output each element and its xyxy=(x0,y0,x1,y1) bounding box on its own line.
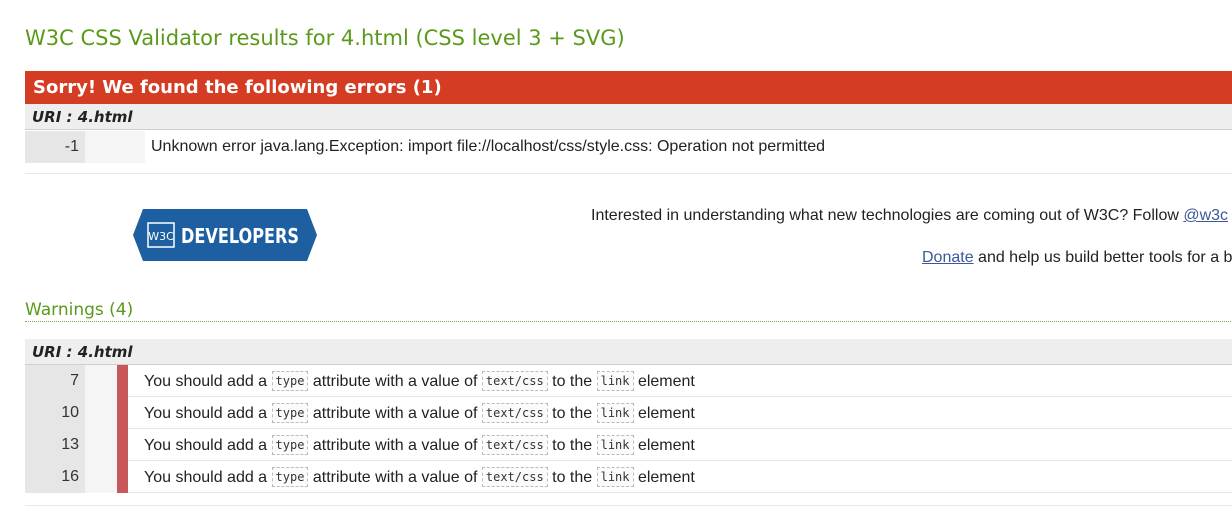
warning-row: 16 You should add a type attribute with … xyxy=(25,461,1232,493)
warning-level-stripe xyxy=(117,429,128,461)
warning-level-stripe xyxy=(117,461,128,493)
code-type: type xyxy=(271,371,309,391)
warning-line-number: 13 xyxy=(25,429,85,461)
warning-context-cell xyxy=(85,365,117,397)
code-text-css: text/css xyxy=(481,371,548,391)
errors-uri-header: URI : 4.html xyxy=(25,104,1232,130)
warning-message: You should add a type attribute with a v… xyxy=(144,467,695,487)
warning-level-stripe xyxy=(117,397,128,429)
follow-w3c-link[interactable]: @w3c xyxy=(1183,207,1228,224)
warning-message: You should add a type attribute with a v… xyxy=(144,371,695,391)
code-text-css: text/css xyxy=(481,467,548,487)
error-context-cell xyxy=(85,131,145,163)
code-link: link xyxy=(596,435,634,455)
w3c-developers-logo[interactable]: W3C DEVELOPERS xyxy=(133,209,317,261)
donate-link[interactable]: Donate xyxy=(922,249,974,266)
developers-logo-text: DEVELOPERS xyxy=(181,224,299,248)
warning-message: You should add a type attribute with a v… xyxy=(144,403,695,423)
section-divider xyxy=(25,173,1232,174)
warning-line-number: 7 xyxy=(25,365,85,397)
warnings-heading: Warnings (4) xyxy=(25,300,1232,322)
donate-copy: and help us build better tools for a b xyxy=(973,249,1232,266)
w3c-badge-text: W3C xyxy=(148,230,174,243)
warning-row: 13 You should add a type attribute with … xyxy=(25,429,1232,461)
warning-context-cell xyxy=(85,397,117,429)
code-link: link xyxy=(596,371,634,391)
donate-line: Donate and help us build better tools fo… xyxy=(922,248,1232,268)
interested-text: Interested in understanding what new tec… xyxy=(591,206,1228,226)
warnings-uri-header: URI : 4.html xyxy=(25,339,1232,365)
warning-context-cell xyxy=(85,429,117,461)
warning-row: 7 You should add a type attribute with a… xyxy=(25,365,1232,397)
warning-context-cell xyxy=(85,461,117,493)
interested-copy: Interested in understanding what new tec… xyxy=(591,207,1184,224)
code-text-css: text/css xyxy=(481,403,548,423)
errors-banner: Sorry! We found the following errors (1) xyxy=(25,71,1232,104)
warning-line-number: 16 xyxy=(25,461,85,493)
code-type: type xyxy=(271,403,309,423)
warning-line-number: 10 xyxy=(25,397,85,429)
code-type: type xyxy=(271,435,309,455)
error-row: -1 Unknown error java.lang.Exception: im… xyxy=(25,131,1232,163)
code-link: link xyxy=(596,403,634,423)
warning-level-stripe xyxy=(117,365,128,397)
warning-row: 10 You should add a type attribute with … xyxy=(25,397,1232,429)
warning-message: You should add a type attribute with a v… xyxy=(144,435,695,455)
error-line-number: -1 xyxy=(25,131,85,163)
code-type: type xyxy=(271,467,309,487)
code-link: link xyxy=(596,467,634,487)
code-text-css: text/css xyxy=(481,435,548,455)
section-divider xyxy=(25,505,1232,506)
error-message: Unknown error java.lang.Exception: impor… xyxy=(151,138,826,155)
page-title: W3C CSS Validator results for 4.html (CS… xyxy=(25,26,625,50)
